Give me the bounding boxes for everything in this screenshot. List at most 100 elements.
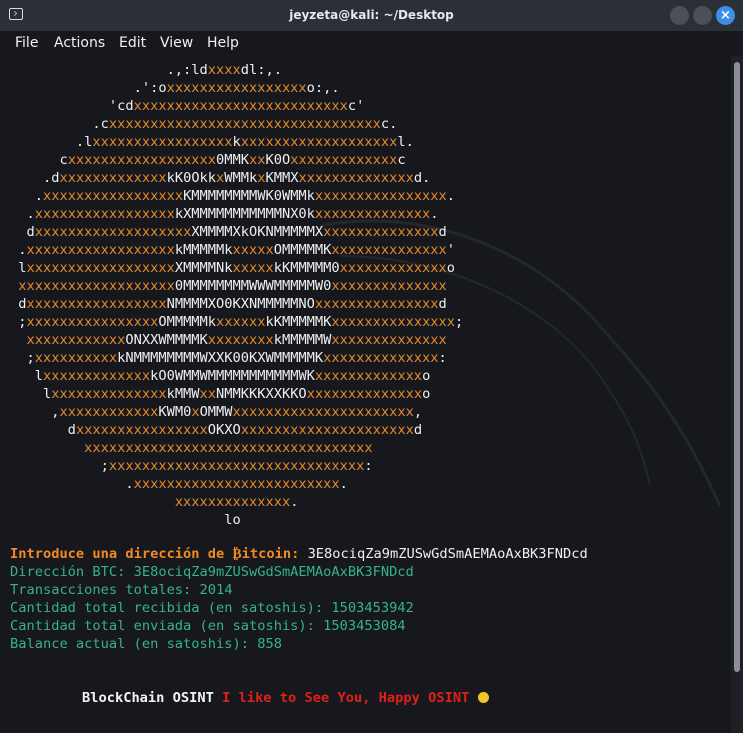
footer-banner: BlockChain OSINT I like to See You, Happ… [82, 689, 489, 707]
menu-actions[interactable]: Actions [54, 35, 105, 51]
ascii-art-segment: xxxxxxxxxxxxxx [51, 386, 167, 402]
ascii-art-line: xxxxxxxxxxxxxxxxxxxxxxxxxxxxxxxxxxx [10, 439, 373, 457]
ascii-art-segment: d [438, 224, 447, 240]
menu-bar: File Actions Edit View Help [0, 31, 743, 56]
ascii-art-line: 'cdxxxxxxxxxxxxxxxxxxxxxxxxxxc' [10, 97, 364, 115]
ascii-art-line: .xxxxxxxxxxxxxxxxxkXMMMMMMMMMMMNX0kxxxxx… [10, 205, 439, 223]
ascii-art-segment: kNMMMMMMMMWXXK00KXWMMMMMK [117, 350, 324, 366]
ascii-art-segment: o [446, 260, 456, 276]
ascii-art-segment: xxxxxxxxxxxx [26, 332, 126, 348]
ascii-art-segment: OKXO [207, 422, 241, 438]
ascii-art-segment: xxxxxxxxxxxxxxxxxx [67, 152, 217, 168]
ascii-art-segment: xxxxx [232, 242, 274, 258]
ascii-art-segment: xxxx [207, 62, 241, 78]
ascii-art-segment: d [10, 224, 35, 240]
ascii-art-segment: kMMW [166, 386, 200, 402]
ascii-art-segment: o:,. [306, 80, 340, 96]
ascii-art-segment: WMMk [224, 170, 258, 186]
ascii-art-segment: xxxxxxxxxxxxx [339, 260, 447, 276]
address-prompt-label: Introduce una dirección de ₿itcoin: [10, 546, 300, 562]
ascii-art-segment: : [438, 350, 447, 366]
ascii-art-segment: xxxxxxxxxxxxx [59, 170, 167, 186]
ascii-art-segment: KMMX [265, 170, 299, 186]
ascii-art-line: .cxxxxxxxxxxxxxxxxxxxxxxxxxxxxxxxxxc. [10, 115, 397, 133]
ascii-art-segment [10, 494, 175, 510]
ascii-art-segment: xxxxxxxxxxxxxxxx [26, 314, 159, 330]
ascii-art-segment: ; [10, 350, 35, 366]
ascii-art-segment: XMMMMXkOKNMMMMMX [191, 224, 324, 240]
menu-file[interactable]: File [15, 35, 38, 51]
ascii-art-segment: xxxxxxxxxxxxxxxxxxxxxx [232, 404, 414, 420]
ascii-art-segment: d [10, 422, 76, 438]
terminal-output[interactable]: .,:ldxxxxdl:,. .':oxxxxxxxxxxxxxxxxxo:,.… [0, 56, 731, 733]
ascii-art-line: xxxxxxxxxxxxxxxxxxx0MMMMMMMMWWWMMMMMW0xx… [10, 277, 447, 295]
menu-help[interactable]: Help [207, 35, 239, 51]
ascii-art-segment: ONXXWMMMMK [125, 332, 208, 348]
ascii-art-segment: xxxxxxxxxxxxx [314, 368, 423, 384]
ascii-art-segment: . [446, 188, 456, 204]
ascii-art-segment: o [422, 368, 431, 384]
address-input-value[interactable]: 3E8ociqZa9mZUSwGdSmAEMAoAxBK3FNDcd [308, 546, 588, 562]
ascii-art-line: lxxxxxxxxxxxxxxkMMWxxNMMKKKXXKKOxxxxxxxx… [10, 385, 430, 403]
ascii-art-line: .':oxxxxxxxxxxxxxxxxxo:,. [10, 79, 340, 97]
ascii-art-line: ,xxxxxxxxxxxxKWM0xOMMWxxxxxxxxxxxxxxxxxx… [10, 403, 422, 421]
ascii-art-segment: xxxxxxxxxxxxxx [331, 332, 447, 348]
menu-view[interactable]: View [160, 35, 193, 51]
ascii-art-segment: xxxxxxxxxxxxxxx [331, 314, 456, 330]
ascii-art-segment [10, 278, 18, 294]
footer-brand: BlockChain OSINT [82, 690, 214, 706]
ascii-art-segment: , [413, 404, 423, 420]
ascii-art-segment: xxxxxxxxxxxxxxxxxx [26, 242, 175, 258]
ascii-art-segment: OMMW [199, 404, 233, 420]
ascii-art-segment: xxxxxxxxxxxxxxxxxxxxx [240, 422, 414, 438]
ascii-art-segment: xxxxxxxxxxxxxxxxxxxxxxxxxx [133, 98, 348, 114]
ascii-art-segment: l [10, 368, 43, 384]
ascii-art-line: lxxxxxxxxxxxxxxxxxxXMMMMNkxxxxxkKMMMMM0x… [10, 259, 455, 277]
ascii-art-line: .xxxxxxxxxxxxxxxxxKMMMMMMMMWK0WMMkxxxxxx… [10, 187, 455, 205]
ascii-art-segment: KWM0 [158, 404, 192, 420]
ascii-art-line: .,:ldxxxxdl:,. [10, 61, 282, 79]
close-button[interactable]: × [716, 6, 735, 25]
ascii-art-segment: d [438, 296, 447, 312]
menu-edit[interactable]: Edit [119, 35, 146, 51]
ascii-art-segment: d [10, 296, 27, 312]
ascii-art-segment: xxxxxx [216, 314, 266, 330]
ascii-art-segment: xx [199, 386, 217, 402]
ascii-art-segment: l [10, 260, 27, 276]
ascii-art-segment: xxxxxxxxxxxxxxxxxxxxxxxxxxxxxxxxxxx [84, 440, 373, 456]
ascii-art-line: dxxxxxxxxxxxxxxxxxxxXMMMMXkOKNMMMMMXxxxx… [10, 223, 447, 241]
ascii-art-segment: d [413, 422, 423, 438]
ascii-art-line: lo [10, 511, 241, 529]
vertical-scrollbar[interactable] [731, 56, 743, 733]
ascii-art-segment: ' [446, 242, 456, 258]
minimize-button[interactable] [670, 6, 689, 25]
ascii-art-segment: ; [10, 314, 27, 330]
ascii-art-segment: kK0Okk [166, 170, 217, 186]
ascii-art-segment: kXMMMMMMMMMMMNX0k [174, 206, 315, 222]
ascii-art-segment: l [10, 386, 52, 402]
ascii-art-segment: xxxxxxxxxxxxxxxxx [92, 134, 233, 150]
ascii-art-segment: xxxxxxxxxxxxxxxxx [34, 206, 175, 222]
ascii-art-segment: . [10, 206, 35, 222]
result-total-transactions: Transacciones totales: 2014 [10, 582, 233, 598]
ascii-art-segment: xxxxxxxxxxxxxx [331, 242, 447, 258]
ascii-art-segment: x [257, 170, 266, 186]
scrollbar-thumb[interactable] [734, 62, 740, 672]
ascii-art-segment: o [422, 386, 431, 402]
ascii-art-segment: : [364, 458, 373, 474]
ascii-art-segment: c. [380, 116, 398, 132]
ascii-art-line: .lxxxxxxxxxxxxxxxxxkxxxxxxxxxxxxxxxxxxxl… [10, 133, 414, 151]
ascii-art-segment: c [10, 152, 68, 168]
ascii-art-segment: dl:,. [240, 62, 282, 78]
ascii-art-segment: xxxxxxxxxxxxxxxxxxx [18, 278, 175, 294]
ascii-art-segment: xx [249, 152, 266, 168]
title-bar[interactable]: jeyzeta@kali: ~/Desktop × [0, 0, 743, 31]
ascii-art-segment: xxxxxxxxxxxxx [290, 152, 398, 168]
ascii-art-segment: xxxxxxxxxxxxxxxxxxx [240, 134, 398, 150]
maximize-button[interactable] [693, 6, 712, 25]
ascii-art-segment: xxxxxxxxxxxxxx [323, 224, 439, 240]
ascii-art-segment: kKMMMMM0 [273, 260, 340, 276]
ascii-art-segment: . [430, 206, 439, 222]
ascii-art-segment: d. [413, 170, 431, 186]
ascii-art-line: .xxxxxxxxxxxxxxxxxxkMMMMMkxxxxxOMMMMMKxx… [10, 241, 455, 259]
